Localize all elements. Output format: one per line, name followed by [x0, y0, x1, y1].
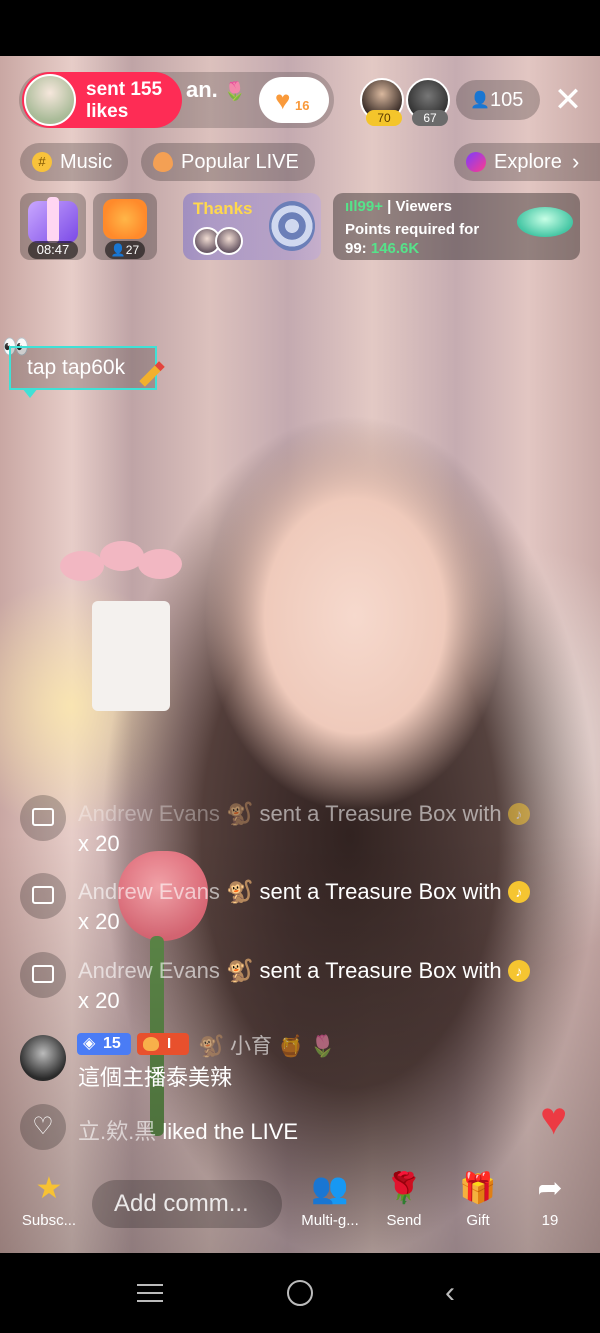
explore-icon	[466, 152, 486, 172]
group-widget[interactable]: 👤27	[93, 193, 157, 260]
coin-icon: ♪	[507, 803, 530, 825]
coin-icon: ♪	[507, 960, 530, 982]
treasure-chest-widget[interactable]: 08:47	[20, 193, 86, 260]
signal-icon: ıIl	[345, 198, 358, 215]
star-icon: ★	[35, 1172, 63, 1205]
target-icon	[269, 201, 315, 251]
chip-popular-live[interactable]: Popular LIVE	[141, 143, 315, 181]
viewer-count: 105	[490, 89, 524, 111]
home-icon[interactable]	[270, 1271, 330, 1315]
points-label: Points required for	[345, 221, 480, 238]
fan-badge: I	[137, 1033, 189, 1055]
chevron-right-icon: ›	[572, 149, 580, 174]
close-button[interactable]: ✕	[546, 78, 590, 122]
gift-button[interactable]: 🎁 Gift	[452, 1172, 504, 1229]
viewers-ranking-widget[interactable]: ıIl99+ | Viewers Points required for 99:…	[333, 193, 580, 260]
commenter-avatar[interactable]	[20, 1035, 66, 1081]
group-count: 👤27	[105, 241, 145, 259]
points-target: 99:	[345, 240, 367, 257]
comment-quantity: x 20	[78, 909, 120, 934]
like-count: 16	[295, 98, 310, 113]
viewer-badge: 70	[366, 110, 402, 126]
thanks-label: Thanks	[193, 199, 253, 218]
ufo-icon	[517, 207, 573, 237]
chat-message: 這個主播泰美辣	[78, 1065, 233, 1090]
system-nav-bar: ‹	[0, 1253, 600, 1333]
status-bar	[0, 0, 600, 56]
heart-icon	[153, 152, 173, 172]
viewer-badge: 67	[412, 110, 448, 126]
hashtag-icon: #	[32, 152, 52, 172]
top-viewer-avatar[interactable]: 67	[406, 78, 450, 126]
rose-icon: 🌹	[385, 1172, 423, 1205]
comment-input[interactable]: Add comm...	[92, 1180, 282, 1228]
heart-outline-icon: ♡	[20, 1104, 66, 1150]
comment-line: Andrew Evans 🐒 sent a Treasure Box with …	[78, 879, 530, 905]
back-icon[interactable]: ‹	[420, 1271, 480, 1315]
flower-vase	[92, 601, 170, 711]
coin-icon: ♪	[507, 881, 530, 903]
sent-likes-badge: sent 155 likes	[22, 72, 182, 128]
points-value: 146.6K	[370, 240, 420, 257]
group-icon	[103, 199, 147, 239]
send-rose-button[interactable]: 🌹 Send	[378, 1172, 430, 1229]
chest-timer: 08:47	[28, 241, 78, 259]
level-badge: 15	[77, 1033, 131, 1055]
heart-icon[interactable]: ♥	[540, 1095, 567, 1141]
comment-quantity: x 20	[78, 988, 120, 1013]
like-button[interactable]: ♥ 16	[259, 77, 329, 123]
viewers-label: Viewers	[395, 198, 452, 215]
tulip-icon: 🌷	[223, 81, 247, 101]
heart-icon: ♥	[275, 85, 291, 115]
treasure-box-icon	[20, 873, 66, 919]
person-icon: 👤	[470, 92, 490, 109]
viewer-count-button[interactable]: 👤 105	[456, 80, 540, 120]
chip-explore[interactable]: Explore ›	[454, 143, 600, 181]
host-avatar[interactable]	[24, 74, 76, 126]
multi-guest-icon: 👥	[311, 1172, 349, 1205]
comment-quantity: x 20	[78, 831, 120, 856]
multi-guest-button[interactable]: 👥 Multi-g...	[298, 1172, 362, 1229]
comment-line: Andrew Evans 🐒 sent a Treasure Box with …	[78, 958, 530, 984]
treasure-box-icon	[20, 795, 66, 841]
gift-icon: 🎁	[459, 1172, 497, 1205]
host-name: an. 🌷	[186, 77, 247, 102]
liked-notice: 立.欸.黑 liked the LIVE	[78, 1119, 299, 1144]
sent-likes-line2: likes	[86, 101, 129, 122]
sent-likes-line1: sent 155	[86, 79, 163, 100]
avatar	[215, 227, 243, 255]
viewers-rank: 99+	[357, 198, 383, 215]
chip-music[interactable]: # Music	[20, 143, 128, 181]
tap-goal-bubble[interactable]: tap tap60k	[9, 346, 157, 390]
share-icon: ➦	[537, 1172, 563, 1205]
share-button[interactable]: ➦ 19	[524, 1172, 576, 1229]
thanks-widget[interactable]: Thanks	[183, 193, 321, 260]
top-viewer-avatar[interactable]: 70	[360, 78, 404, 126]
treasure-box-icon	[28, 197, 78, 243]
subscribe-button[interactable]: ★ Subsc...	[18, 1172, 80, 1229]
treasure-box-icon	[20, 952, 66, 998]
comment-line: Andrew Evans 🐒 sent a Treasure Box with …	[78, 801, 530, 827]
commenter-name[interactable]: 🐒 小育 🍯 🌷	[198, 1030, 336, 1060]
recent-apps-icon[interactable]	[120, 1271, 180, 1315]
